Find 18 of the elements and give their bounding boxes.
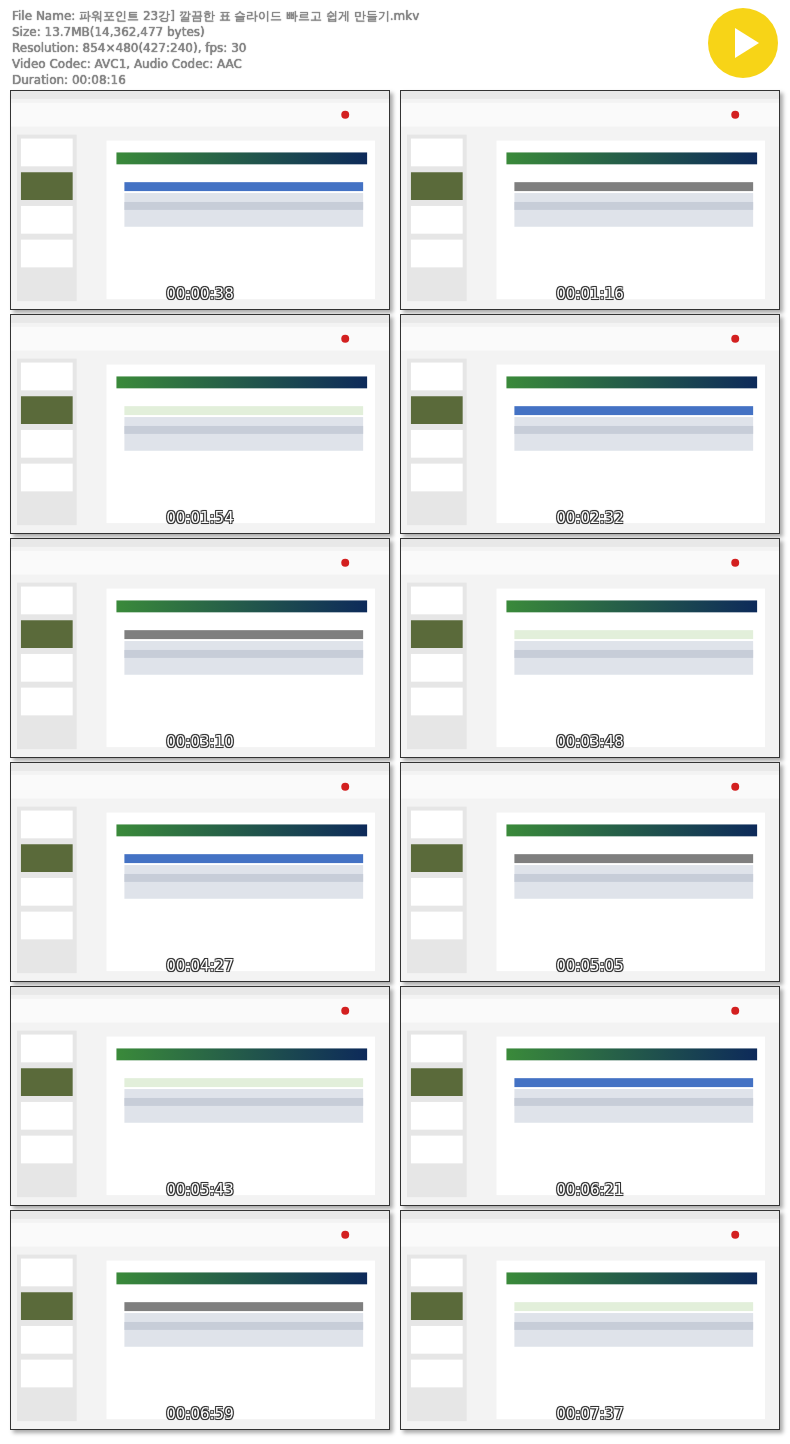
file-info-line: Size: 13.7MB(14,362,477 bytes)	[12, 24, 206, 40]
timestamp: 00:06:59	[166, 1405, 234, 1423]
play-icon	[708, 8, 778, 78]
file-info-line: Video Codec: AVC1, Audio Codec: AAC	[12, 56, 243, 72]
timestamp: 00:06:21	[556, 1181, 624, 1199]
timestamp: 00:05:05	[556, 957, 624, 975]
timestamp: 00:03:10	[166, 733, 234, 751]
timestamp: 00:07:37	[556, 1405, 624, 1423]
timestamp: 00:04:27	[166, 957, 234, 975]
timestamp: 00:00:38	[166, 285, 234, 303]
timestamp: 00:03:48	[556, 733, 624, 751]
timestamp: 00:05:43	[166, 1181, 234, 1199]
file-info-line: Duration: 00:08:16	[12, 72, 127, 88]
file-info-line: File Name: 파워포인트 23강] 깔끔한 표 슬라이드 빠르고 쉽게 만들기.mkv	[12, 8, 420, 24]
timestamp: 00:02:32	[556, 509, 624, 527]
timestamp: 00:01:54	[166, 509, 234, 527]
file-info-line: Resolution: 854×480(427:240), fps: 30	[12, 40, 248, 56]
timestamp: 00:01:16	[556, 285, 624, 303]
